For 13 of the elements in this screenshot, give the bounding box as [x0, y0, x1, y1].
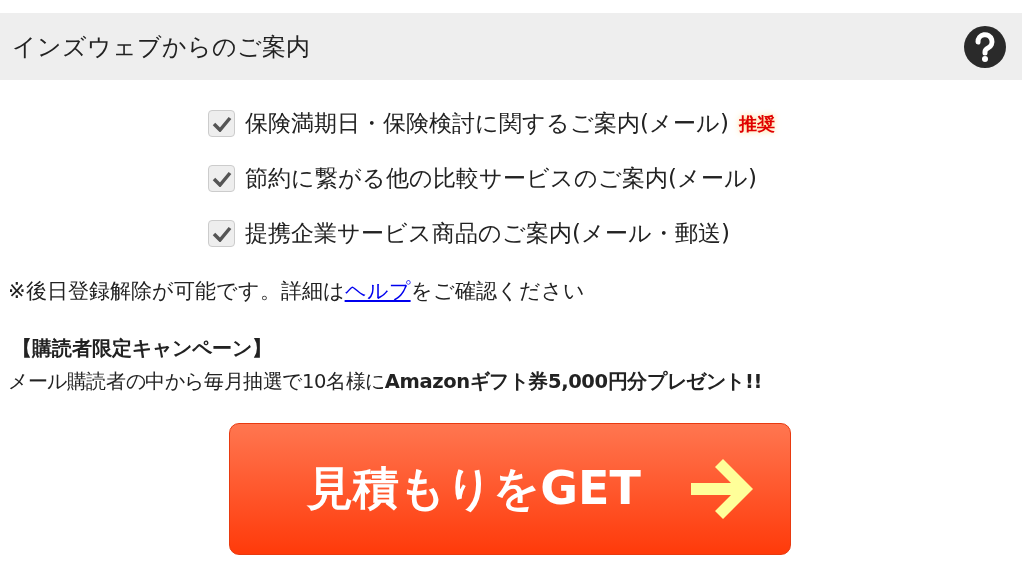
recommended-label: 推奨: [738, 111, 775, 136]
option-label: 節約に繋がる他の比較サービスのご案内(メール): [245, 164, 757, 193]
checkbox[interactable]: [208, 110, 235, 137]
campaign-text: メール購読者の中から毎月抽選で10名様にAmazonギフト券5,000円分プレゼント!!: [8, 369, 763, 395]
help-icon[interactable]: [964, 25, 1006, 68]
arrow-icon: [690, 459, 753, 519]
checkbox[interactable]: [208, 220, 235, 247]
checkbox[interactable]: [208, 165, 235, 192]
header-title: インズウェブからのご案内: [12, 31, 310, 63]
option-label: 提携企業サービス商品のご案内(メール・郵送): [245, 219, 730, 248]
option-label: 保険満期日・保険検討に関するご案内(メール): [245, 109, 729, 138]
unsubscribe-note: ※後日登録解除が可能です。詳細はヘルプをご確認ください: [8, 278, 586, 305]
campaign-title: 【購読者限定キャンペーン】: [12, 335, 273, 362]
